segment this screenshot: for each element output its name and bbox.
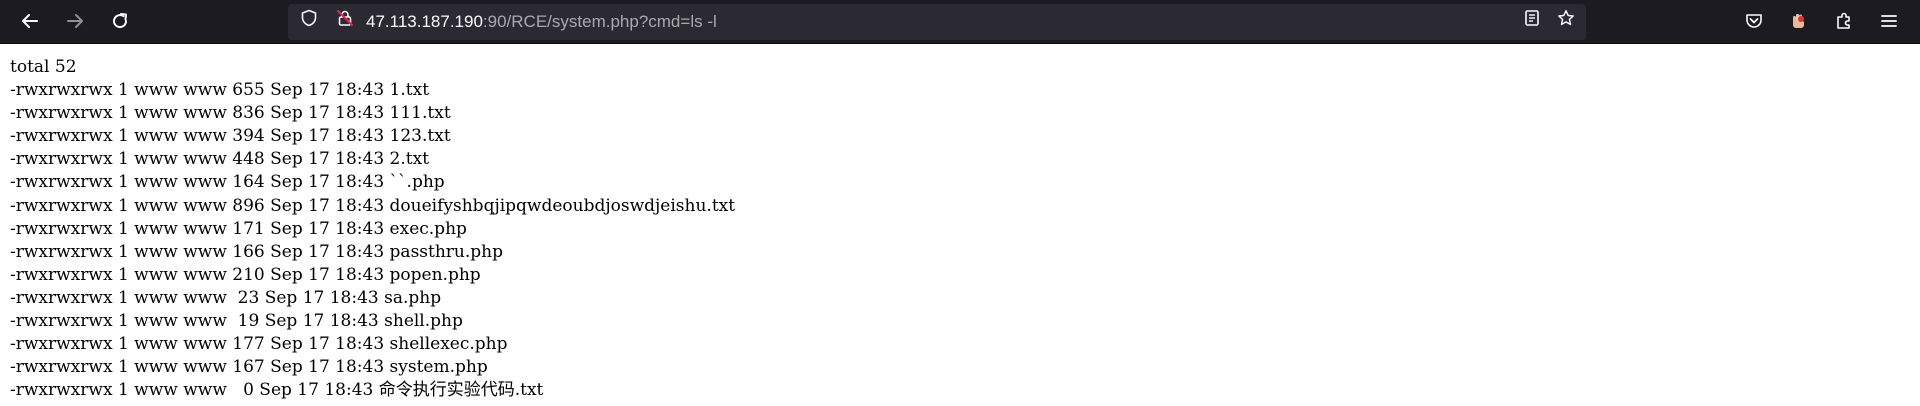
command-output: total 52 -rwxrwxrwx 1 www www 655 Sep 17 … bbox=[10, 56, 735, 402]
insecure-lock-icon[interactable] bbox=[336, 9, 354, 27]
output-line: -rwxrwxrwx 1 www www 19 Sep 17 18:43 she… bbox=[10, 311, 463, 332]
pocket-icon[interactable] bbox=[1740, 7, 1768, 35]
reader-view-icon[interactable] bbox=[1523, 9, 1541, 27]
output-line: -rwxrwxrwx 1 www www 896 Sep 17 18:43 do… bbox=[10, 195, 736, 216]
bookmark-star-icon[interactable] bbox=[1557, 9, 1575, 27]
browser-toolbar: 47.113.187.190:90/RCE/system.php?cmd=ls … bbox=[0, 0, 1920, 44]
url-path: :90/RCE/system.php?cmd=ls -l bbox=[482, 12, 717, 31]
extensions-puzzle-icon[interactable] bbox=[1830, 7, 1858, 35]
output-line: -rwxrwxrwx 1 www www 164 Sep 17 18:43 ``… bbox=[10, 172, 445, 193]
url-text[interactable]: 47.113.187.190:90/RCE/system.php?cmd=ls … bbox=[366, 0, 717, 44]
output-line: -rwxrwxrwx 1 www www 836 Sep 17 18:43 11… bbox=[10, 103, 451, 124]
hamburger-menu-icon[interactable] bbox=[1875, 7, 1903, 35]
output-line: -rwxrwxrwx 1 www www 23 Sep 17 18:43 sa.… bbox=[10, 287, 442, 308]
output-line: -rwxrwxrwx 1 www www 210 Sep 17 18:43 po… bbox=[10, 264, 481, 285]
back-arrow-icon[interactable] bbox=[16, 7, 44, 35]
output-line: -rwxrwxrwx 1 www www 394 Sep 17 18:43 12… bbox=[10, 126, 451, 147]
extension-hand-icon[interactable] bbox=[1785, 7, 1813, 35]
output-line: -rwxrwxrwx 1 www www 177 Sep 17 18:43 sh… bbox=[10, 334, 508, 355]
output-line: -rwxrwxrwx 1 www www 0 Sep 17 18:43 命令执行… bbox=[10, 380, 544, 401]
tracking-protection-shield-icon[interactable] bbox=[300, 9, 318, 27]
output-line: -rwxrwxrwx 1 www www 448 Sep 17 18:43 2.… bbox=[10, 149, 430, 170]
output-line: -rwxrwxrwx 1 www www 167 Sep 17 18:43 sy… bbox=[10, 357, 488, 378]
output-line: -rwxrwxrwx 1 www www 171 Sep 17 18:43 ex… bbox=[10, 218, 467, 239]
output-line: total 52 bbox=[10, 57, 77, 77]
url-host: 47.113.187.190 bbox=[366, 12, 483, 31]
output-line: -rwxrwxrwx 1 www www 166 Sep 17 18:43 pa… bbox=[10, 241, 503, 262]
reload-icon[interactable] bbox=[106, 7, 134, 35]
output-line: -rwxrwxrwx 1 www www 655 Sep 17 18:43 1.… bbox=[10, 80, 430, 101]
forward-arrow-icon[interactable] bbox=[61, 7, 89, 35]
